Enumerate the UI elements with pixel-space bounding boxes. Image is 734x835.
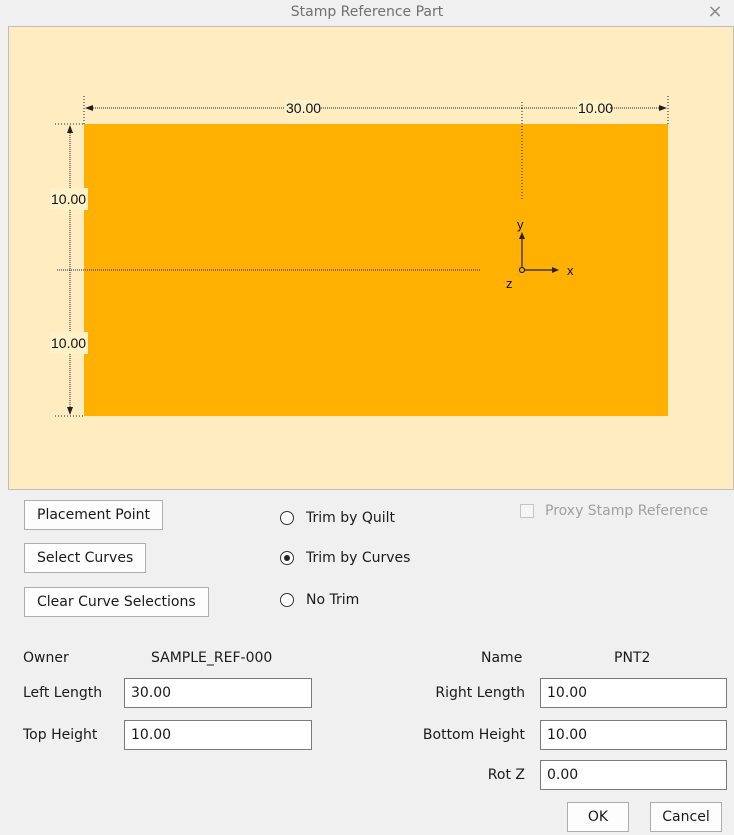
owner-label: Owner (23, 650, 69, 666)
axis-label-x: x (567, 263, 574, 278)
clear-curve-selections-button[interactable]: Clear Curve Selections (24, 587, 209, 617)
bottom-height-field[interactable]: 10.00 (540, 720, 727, 750)
cancel-button[interactable]: Cancel (650, 802, 722, 832)
rot-z-label: Rot Z (487, 767, 525, 783)
preview-canvas: 30.00 10.00 10.00 10.00 y x z (8, 26, 734, 490)
axis-label-z: z (506, 276, 513, 291)
ok-button[interactable]: OK (567, 802, 629, 832)
right-length-label: Right Length (435, 685, 525, 701)
name-label: Name (481, 650, 523, 666)
right-length-field[interactable]: 10.00 (540, 678, 727, 708)
proxy-stamp-reference-checkbox[interactable]: Proxy Stamp Reference (520, 503, 708, 519)
rot-z-field[interactable]: 0.00 (540, 760, 727, 790)
dim-right-length: 10.00 (578, 100, 613, 116)
radio-trim-by-curves[interactable]: Trim by Curves (280, 548, 410, 568)
top-height-label: Top Height (23, 727, 98, 743)
left-length-field[interactable]: 30.00 (124, 678, 312, 708)
radio-circle-selected (280, 551, 294, 565)
radio-circle (280, 593, 294, 607)
name-value: PNT2 (614, 650, 651, 666)
placement-point-button[interactable]: Placement Point (24, 500, 164, 530)
top-height-field[interactable]: 10.00 (124, 720, 312, 750)
checkbox-label: Proxy Stamp Reference (545, 503, 709, 519)
title-bar: Stamp Reference Part × (0, 0, 734, 26)
radio-label: No Trim (306, 592, 360, 608)
dim-top-height: 10.00 (51, 191, 86, 207)
radio-trim-by-quilt[interactable]: Trim by Quilt (280, 508, 395, 528)
radio-label: Trim by Curves (306, 550, 411, 566)
checkbox-box (520, 504, 534, 518)
radio-label: Trim by Quilt (306, 510, 396, 526)
axis-label-y: y (517, 217, 524, 232)
owner-value: SAMPLE_REF-000 (151, 650, 273, 666)
bottom-height-label: Bottom Height (422, 727, 525, 743)
dialog-title: Stamp Reference Part (290, 4, 444, 20)
dim-bottom-height: 10.00 (51, 335, 86, 351)
select-curves-button[interactable]: Select Curves (24, 543, 147, 573)
radio-no-trim[interactable]: No Trim (280, 590, 359, 610)
close-icon[interactable]: × (706, 3, 724, 21)
radio-circle (280, 511, 294, 525)
dim-left-length: 30.00 (286, 100, 321, 116)
left-length-label: Left Length (23, 685, 103, 701)
